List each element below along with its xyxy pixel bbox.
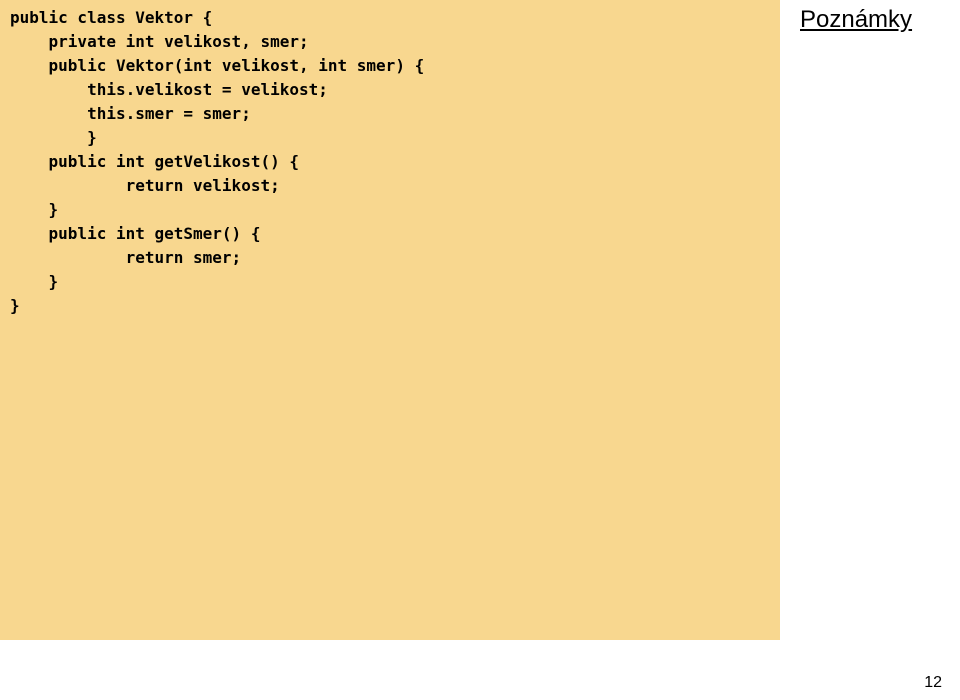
code-content: public class Vektor { private int veliko…	[10, 6, 770, 318]
page-number: 12	[924, 674, 942, 692]
notes-heading: Poznámky	[800, 6, 960, 34]
notes-sidebar: Poznámky	[800, 6, 960, 34]
code-block: public class Vektor { private int veliko…	[0, 0, 780, 640]
